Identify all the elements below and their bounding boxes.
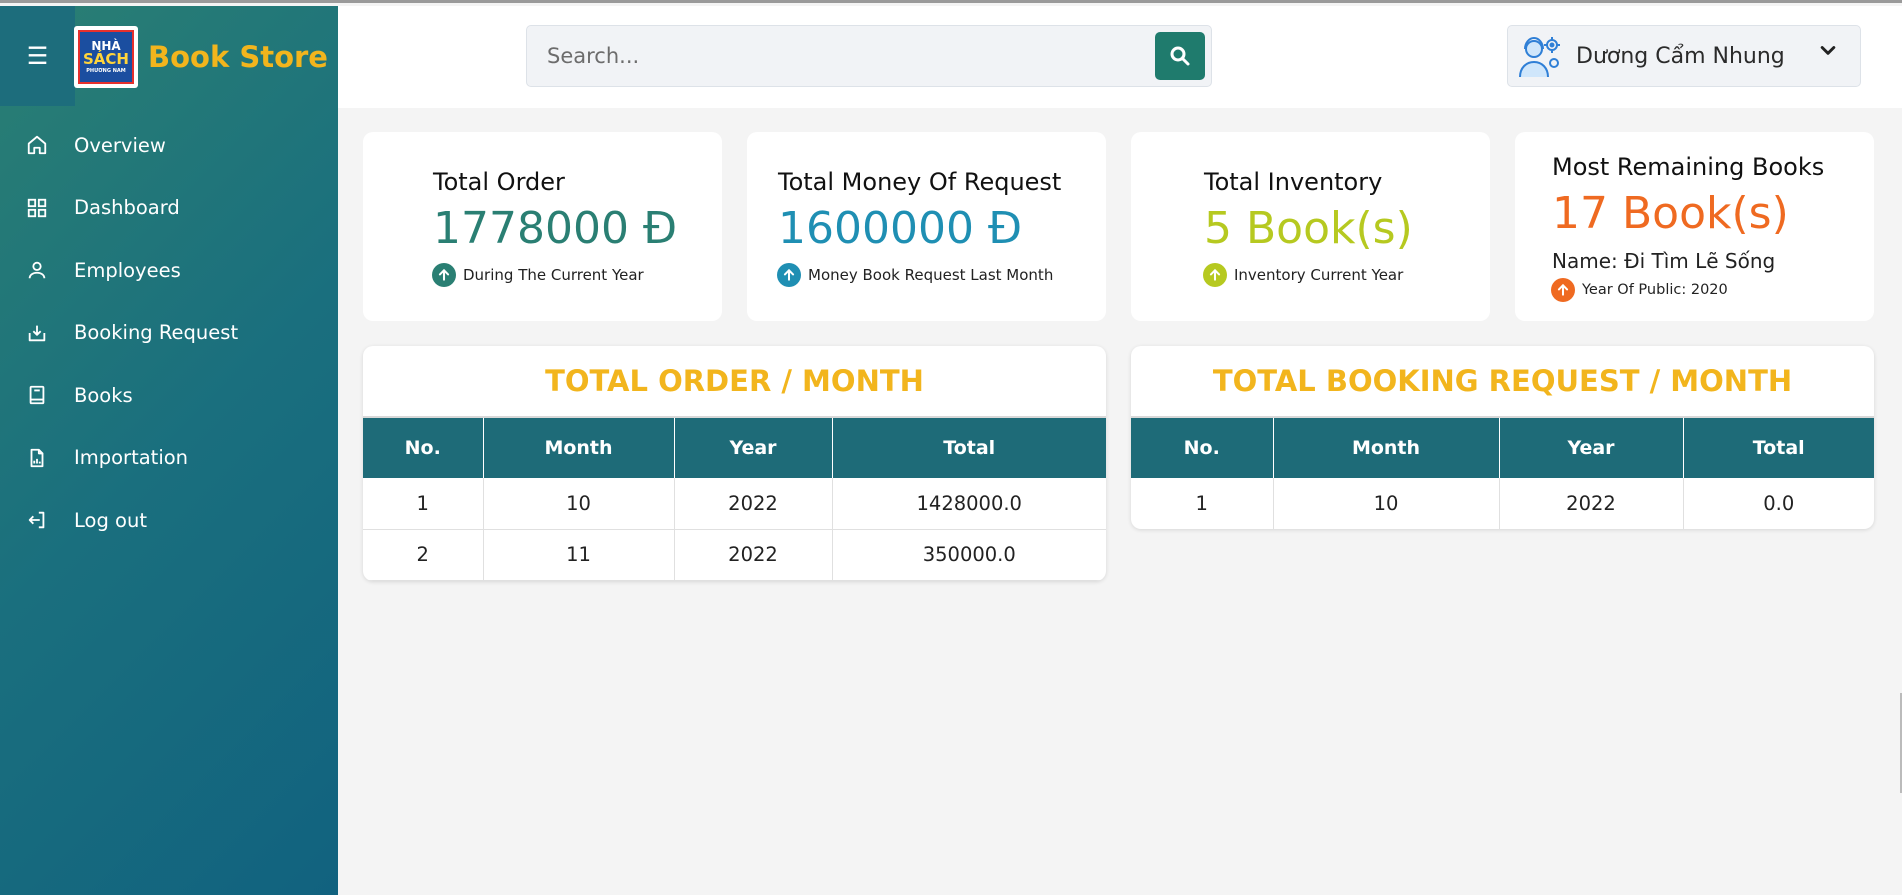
hamburger-icon: ☰ [26,42,49,70]
table-cell: 10 [483,478,675,530]
table-row[interactable]: 2 11 2022 350000.0 [363,529,1106,581]
file-chart-icon [30,448,44,467]
home-icon [27,136,47,155]
card-subtitle-text: Inventory Current Year [1234,266,1404,284]
sidebar-item-importation[interactable]: Importation [0,427,338,490]
card-subtitle: Money Book Request Last Month [777,263,1053,287]
panel-title: TOTAL ORDER / MONTH [363,346,1106,418]
column-header[interactable]: Total [832,418,1106,478]
table-header-row: No. Month Year Total [363,418,1106,478]
table-cell: 2 [363,529,484,581]
column-header[interactable]: No. [1131,418,1274,478]
panel-title: TOTAL BOOKING REQUEST / MONTH [1131,346,1874,418]
brand-logo: NHÀ SÁCH PHƯƠNG NAM [74,26,138,88]
table-cell: 11 [483,529,675,581]
download-tray-icon [28,325,46,341]
table-cell: 1428000.0 [832,478,1106,530]
card-value: 5 Book(s) [1204,203,1413,254]
card-most-remaining: Most Remaining Books 17 Book(s) Name: Đi… [1515,132,1874,321]
menu-toggle-button[interactable]: ☰ [0,6,75,106]
sidebar-item-employees[interactable]: Employees [0,239,338,302]
sidebar-item-label: Employees [74,258,181,282]
logout-icon [28,511,45,529]
book-name: Name: Đi Tìm Lẽ Sống [1552,249,1776,273]
arrow-up-icon [432,263,456,287]
column-header[interactable]: No. [363,418,484,478]
arrow-up-icon [777,263,801,287]
arrow-up-icon [1551,278,1575,302]
booking-month-table: No. Month Year Total 1 10 2022 0.0 [1131,418,1874,529]
logo-text-line3: PHƯƠNG NAM [86,68,126,74]
sidebar-item-label: Dashboard [74,196,180,220]
sidebar-item-dashboard[interactable]: Dashboard [0,177,338,240]
dashboard-icon [27,198,47,217]
table-cell: 10 [1273,478,1500,529]
card-value: 1778000 Đ [433,203,678,254]
sidebar-item-logout[interactable]: Log out [0,489,338,552]
sidebar-item-books[interactable]: Books [0,364,338,427]
user-icon [28,262,46,279]
card-subtitle-text: Year Of Public: 2020 [1582,282,1728,298]
column-header[interactable]: Year [674,418,833,478]
search-bar [526,25,1212,87]
table-row[interactable]: 1 10 2022 0.0 [1131,478,1874,529]
table-cell: 0.0 [1763,492,1795,515]
sidebar-item-label: Books [74,383,133,407]
topbar: Dương Cẩm Nhung [338,6,1902,108]
logo-text-line2: SÁCH [83,50,129,68]
card-subtitle: Inventory Current Year [1203,263,1403,287]
table-cell: 1 [363,478,484,530]
user-name: Dương Cẩm Nhung [1576,43,1785,69]
order-month-panel: TOTAL ORDER / MONTH No. Month Year Total… [363,346,1106,581]
table-cell: 2022 [674,529,833,581]
booking-month-panel: TOTAL BOOKING REQUEST / MONTH No. Month … [1131,346,1874,529]
table-cell: 350000.0 [832,529,1106,581]
table-header-row: No. Month Year Total [1131,418,1874,478]
book-icon [29,386,45,405]
table-row[interactable]: 1 10 2022 1428000.0 [363,478,1106,530]
card-value: 1600000 Đ [778,203,1023,254]
sidebar-item-booking-request[interactable]: Booking Request [0,302,338,365]
table-cell: 2022 [1499,478,1684,529]
column-header[interactable]: Month [1273,418,1500,478]
column-header[interactable]: Month [483,418,675,478]
sidebar-nav: Overview Dashboard Employees Booking Req… [0,114,338,552]
table-cell: 2022 [674,478,833,530]
avatar [1519,36,1560,78]
sidebar-item-label: Importation [74,446,189,470]
brand[interactable]: NHÀ SÁCH PHƯƠNG NAM Book Store [74,26,328,88]
card-title: Total Inventory [1204,168,1383,196]
order-month-table: No. Month Year Total 1 10 2022 1428000.0… [363,418,1106,581]
card-subtitle-text: During The Current Year [463,266,644,284]
card-total-money: Total Money Of Request 1600000 Đ Money B… [747,132,1106,321]
card-subtitle: During The Current Year [432,263,644,287]
card-title: Total Order [433,168,565,196]
card-total-inventory: Total Inventory 5 Book(s) Inventory Curr… [1131,132,1490,321]
search-icon [1170,46,1190,66]
chevron-down-icon [1820,46,1836,55]
card-value: 17 Book(s) [1552,188,1789,239]
card-subtitle-text: Money Book Request Last Month [808,266,1054,284]
sidebar-item-label: Log out [74,508,147,532]
sidebar-item-label: Overview [74,133,166,157]
card-title: Total Money Of Request [778,168,1062,196]
user-menu[interactable]: Dương Cẩm Nhung [1507,25,1861,87]
arrow-up-icon [1203,263,1227,287]
card-title: Most Remaining Books [1552,153,1825,181]
column-header[interactable]: Total [1683,418,1874,478]
brand-name: Book Store [148,40,328,74]
search-input[interactable] [527,44,1155,68]
column-header[interactable]: Year [1499,418,1684,478]
card-total-order: Total Order 1778000 Đ During The Current… [363,132,722,321]
sidebar-item-overview[interactable]: Overview [0,114,338,177]
table-cell: 1 [1131,478,1274,529]
sidebar: ☰ NHÀ SÁCH PHƯƠNG NAM Book Store Overvie… [0,6,338,895]
sidebar-item-label: Booking Request [74,321,239,345]
card-subtitle: Year Of Public: 2020 [1551,278,1728,302]
search-button[interactable] [1155,32,1205,80]
